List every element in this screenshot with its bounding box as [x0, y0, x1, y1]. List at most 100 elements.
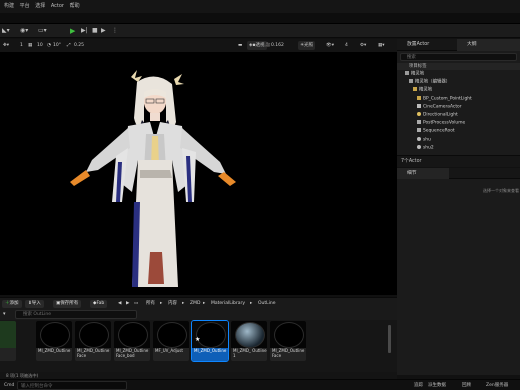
import-button-label: 导入	[31, 301, 41, 306]
outliner-row[interactable]: 精灵地	[397, 87, 520, 94]
save-all-label: 保存所有	[60, 301, 79, 306]
outliner-row[interactable]: CineCameraActor	[397, 103, 520, 111]
asset-tile[interactable]: MI_ZMD_Outline	[36, 321, 72, 361]
perspective-button[interactable]: ◈▪透视	[247, 41, 267, 50]
select-mode-icon[interactable]: ◣▾	[2, 27, 10, 35]
outliner-row-label: PostProcessVolume	[423, 120, 466, 126]
breadcrumb-materiallibrary[interactable]: MaterialLibrary	[211, 300, 245, 308]
camera-speed-icon[interactable]: 🎥	[265, 41, 271, 50]
rotate-angle[interactable]: 10°	[53, 41, 61, 50]
camera-speed[interactable]: 0.162	[271, 41, 284, 50]
outliner-row[interactable]: shu	[397, 136, 520, 144]
source-control-button[interactable]: Zen服务器	[486, 380, 508, 390]
outliner-column-header[interactable]: 项目标签	[397, 63, 520, 70]
outliner-row[interactable]: BP_Custom_PointLight	[397, 95, 520, 103]
asset-tile[interactable]: MF_UV_Adjust	[153, 321, 189, 361]
level-viewport[interactable]	[0, 52, 397, 295]
outliner-row[interactable]: SequenceRoot	[397, 128, 520, 135]
trace-button[interactable]: 追踪	[414, 380, 423, 390]
scale-value[interactable]: 0.25	[74, 41, 84, 50]
history-back-icon[interactable]: ◀	[118, 300, 121, 308]
content-browser-search-input[interactable]: 搜索 OutLine	[15, 310, 137, 319]
fab-label: Fab	[96, 301, 105, 306]
asset-tile[interactable]: MI_ZMD_Outline Face	[270, 321, 306, 361]
camera-icon	[417, 103, 421, 108]
asset-label: MI_ZMD_Outline	[38, 348, 71, 353]
menu-select[interactable]: 选择	[35, 0, 45, 13]
menu-build[interactable]: 构建	[4, 0, 14, 13]
eject-icon[interactable]: ▶	[101, 27, 106, 35]
console-input[interactable]: 输入控制台命令	[17, 381, 127, 390]
outliner-search-input[interactable]: 搜索	[400, 53, 517, 61]
sequence-icon[interactable]: ▭▾	[38, 27, 47, 35]
show-icon[interactable]: 👁▾	[326, 41, 334, 50]
view-mode-button[interactable]: ☀光照	[298, 41, 316, 50]
breadcrumb-zmd[interactable]: ZMD	[190, 300, 200, 308]
asset-tile[interactable]: MI_ZMD_Outline Face	[75, 321, 111, 361]
asset-thumbnail	[36, 321, 72, 348]
material-sphere-icon	[40, 322, 70, 348]
breadcrumb-outline[interactable]: OutLine	[258, 300, 276, 308]
show-count[interactable]: 4	[345, 41, 348, 50]
grid-snap-icon[interactable]: ▦	[28, 41, 32, 50]
snap-count[interactable]: 1	[20, 41, 23, 50]
outliner-row[interactable]: DirectionalLight	[397, 112, 520, 119]
derived-data-button[interactable]: 派生数据	[428, 380, 446, 390]
history-forward-icon[interactable]: ▶	[126, 300, 129, 308]
settings-icon[interactable]: ⚙▾	[360, 41, 366, 50]
outliner-row-label: shu2	[423, 145, 434, 151]
play-icon[interactable]: ▶	[70, 27, 75, 35]
person-icon	[417, 144, 421, 149]
asset-tile[interactable]: _Mask	[0, 321, 16, 361]
place-actors-label: 放置Actor	[407, 42, 430, 47]
blueprint-icon[interactable]: ◉▾	[20, 27, 28, 35]
reviews-button[interactable]: 回顾	[462, 380, 471, 390]
import-button[interactable]: ⬇导入	[25, 300, 44, 308]
tab-place-actors[interactable]: 放置Actor	[397, 39, 455, 51]
outliner-row[interactable]: PostProcessVolume	[397, 120, 520, 127]
level-icon	[409, 79, 413, 84]
outliner-row-label: DirectionalLight	[423, 112, 458, 118]
rotate-snap-icon[interactable]: ◔	[47, 41, 51, 50]
asset-thumbnail: ★	[192, 321, 228, 348]
material-sphere-icon	[235, 322, 265, 348]
outliner-row[interactable]: shu2	[397, 144, 520, 152]
maximize-icon[interactable]: ▬	[238, 41, 242, 50]
more-options-icon[interactable]: ⋮	[112, 27, 118, 35]
filter-icon[interactable]: ▾	[3, 311, 6, 317]
flame-right	[218, 172, 236, 186]
step-icon[interactable]: ▶|	[81, 27, 88, 35]
fab-button[interactable]: ◆Fab	[90, 300, 108, 308]
stop-icon[interactable]: ■	[92, 27, 98, 35]
asset-label: MF_UV_Adjust	[155, 348, 183, 353]
outliner-row[interactable]: 精灵地	[397, 71, 520, 78]
menu-platform[interactable]: 平台	[20, 0, 30, 13]
add-button[interactable]: ＋添加	[2, 300, 22, 308]
asset-label: MI_ZMD_Outline Face	[272, 348, 305, 358]
tab-outliner[interactable]: 大纲	[457, 39, 520, 51]
breadcrumb-all[interactable]: 所有	[146, 300, 155, 308]
material-sphere-icon	[274, 322, 304, 348]
asset-grid-scrollbar[interactable]	[388, 325, 391, 353]
breadcrumb-content[interactable]: 内容	[168, 300, 177, 308]
details-tab-strip: 细节	[397, 168, 520, 180]
level-tab-strip	[0, 13, 520, 24]
outliner-row-label: BP_Custom_PointLight	[423, 96, 472, 102]
asset-tile[interactable]: ★ MI_ZMD_Outline	[191, 320, 229, 362]
transform-icon[interactable]: ✥▾	[3, 41, 9, 50]
cmd-label[interactable]: Cmd	[4, 380, 14, 390]
asset-thumbnail	[231, 321, 267, 348]
asset-tile[interactable]: MI_ZMD_Outline Face_bod	[114, 321, 150, 361]
grid-size[interactable]: 10	[37, 41, 43, 50]
save-all-button[interactable]: ▣保存所有	[53, 300, 82, 308]
menu-actor[interactable]: Actor	[51, 0, 64, 13]
asset-label: MI_ZMD_Outline	[194, 348, 227, 353]
asset-tile[interactable]: MI_ZMD_ Outline1	[231, 321, 267, 361]
viewport-toolbar: ✥▾ 1 ▦ 10 ◔ 10° ⤢ 0.25 ▬ ◈▪透视 🎥 0.162 ☀光…	[0, 39, 397, 52]
scale-snap-icon[interactable]: ⤢	[67, 41, 71, 50]
outliner-row[interactable]: 精灵地（编辑器）	[397, 79, 520, 86]
folder-icon[interactable]: ▭	[134, 300, 138, 308]
menu-help[interactable]: 帮助	[70, 0, 80, 13]
asset-thumbnail	[114, 321, 150, 348]
layout-icon[interactable]: ▦▾	[378, 41, 385, 50]
